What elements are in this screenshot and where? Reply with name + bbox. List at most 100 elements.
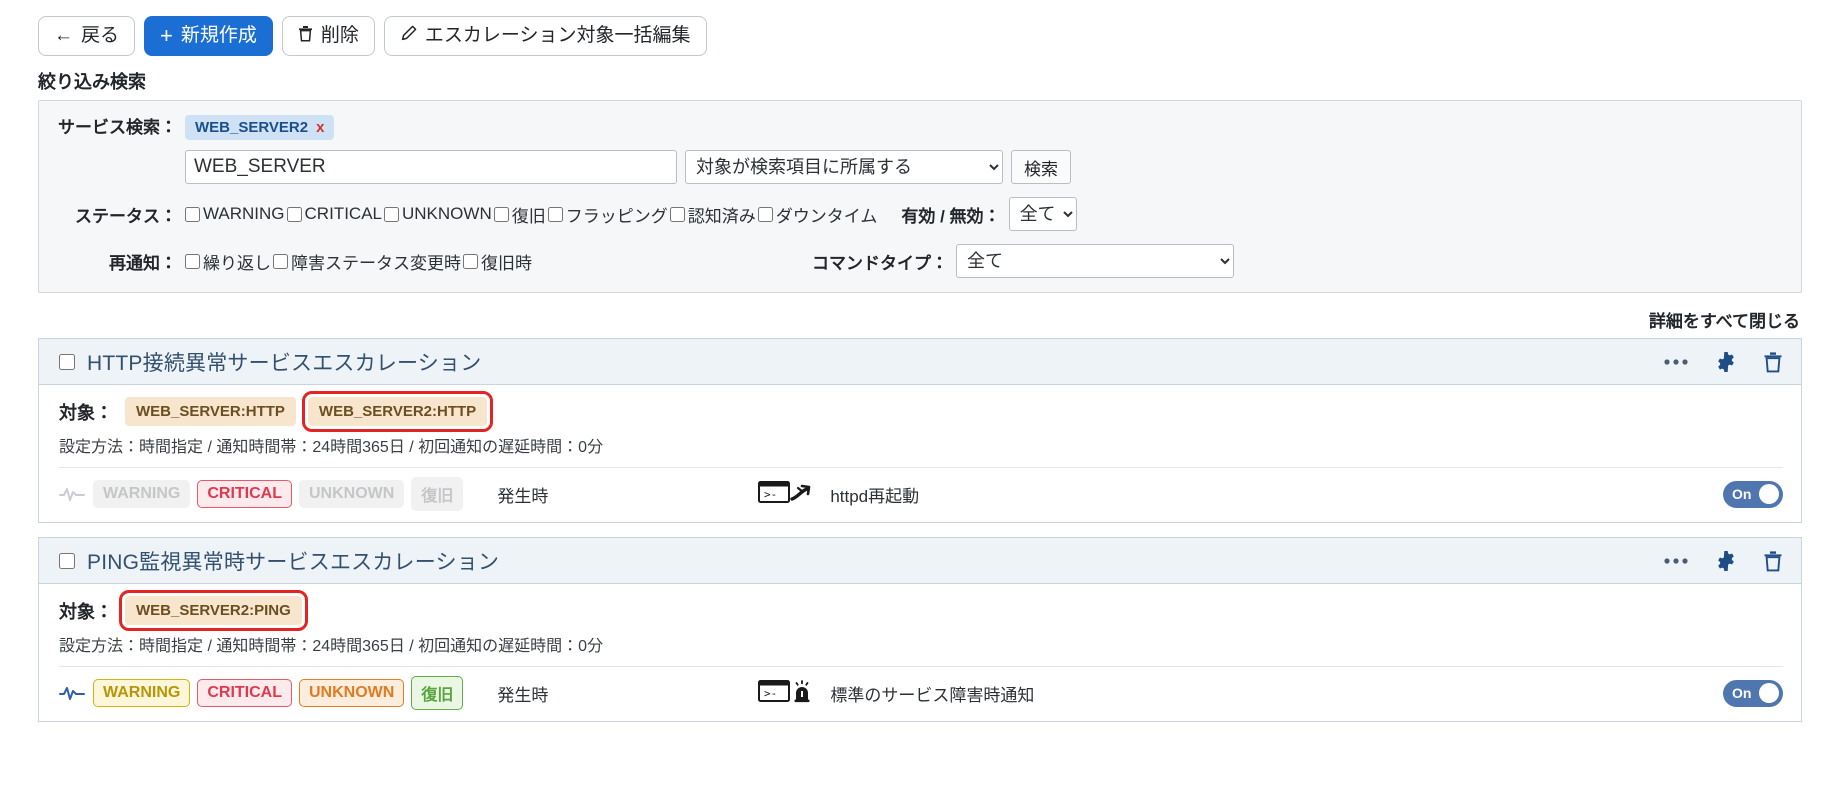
status-checkbox-critical-label: CRITICAL xyxy=(305,204,382,224)
status-checkbox-group: WARNING CRITICAL UNKNOWN 復旧 フラッピング xyxy=(185,202,879,227)
create-button-label: 新規作成 xyxy=(181,26,257,45)
search-button[interactable]: 検索 xyxy=(1011,150,1071,184)
escalation-meta: 設定方法：時間指定 / 通知時間帯：24時間365日 / 初回通知の遅延時間：0… xyxy=(59,433,1783,457)
target-tag-highlighted[interactable]: WEB_SERVER2:HTTP xyxy=(308,397,487,426)
collapse-all-link[interactable]: 詳細をすべて閉じる xyxy=(0,307,1800,332)
target-row: 対象： WEB_SERVER:HTTP WEB_SERVER2:HTTP xyxy=(59,397,1783,426)
status-checkbox-flapping-label: フラッピング xyxy=(566,202,668,227)
status-checkbox-recovery[interactable]: 復旧 xyxy=(494,202,546,227)
status-checkbox-downtime-label: ダウンタイム xyxy=(776,202,878,227)
ellipsis-icon[interactable] xyxy=(1663,557,1689,565)
gear-icon[interactable] xyxy=(1715,550,1737,572)
bulk-edit-button-label: エスカレーション対象一括編集 xyxy=(425,26,691,45)
escalation-signal-row: WARNING CRITICAL UNKNOWN 復旧 発生時 >- xyxy=(59,666,1783,721)
close-icon[interactable]: x xyxy=(316,119,324,136)
escalation-card-checkbox[interactable] xyxy=(59,354,75,370)
renotify-checkbox-status-change-input[interactable] xyxy=(273,254,288,269)
trash-icon[interactable] xyxy=(1763,550,1783,572)
escalation-card-title: HTTP接続異常サービスエスカレーション xyxy=(87,347,481,377)
status-checkbox-warning-label: WARNING xyxy=(203,204,285,224)
renotify-label: 再通知： xyxy=(55,249,185,274)
command-type-select[interactable]: 全て xyxy=(956,244,1234,278)
status-checkbox-acknowledged-input[interactable] xyxy=(670,207,685,222)
enable-toggle-label: On xyxy=(1732,685,1751,701)
status-checkbox-downtime-input[interactable] xyxy=(758,207,773,222)
search-input[interactable] xyxy=(185,150,677,184)
command-name: 標準のサービス障害時通知 xyxy=(830,681,1034,706)
delete-button[interactable]: 削除 xyxy=(282,16,375,56)
escalation-card-actions xyxy=(1663,351,1783,373)
escalation-card-body: 対象： WEB_SERVER2:PING 設定方法：時間指定 / 通知時間帯：2… xyxy=(39,584,1801,721)
renotify-checkbox-recovery[interactable]: 復旧時 xyxy=(463,249,532,274)
target-tag[interactable]: WEB_SERVER:HTTP xyxy=(125,397,296,426)
target-tag-highlighted[interactable]: WEB_SERVER2:PING xyxy=(125,596,302,625)
search-line: 対象が検索項目に所属する 検索 xyxy=(185,150,1785,184)
status-badge[interactable]: CRITICAL xyxy=(197,480,292,508)
plus-icon: + xyxy=(160,25,173,47)
status-checkbox-downtime[interactable]: ダウンタイム xyxy=(758,202,878,227)
escalation-card-actions xyxy=(1663,550,1783,572)
renotify-checkbox-recovery-label: 復旧時 xyxy=(481,249,532,274)
status-badge[interactable]: CRITICAL xyxy=(197,679,292,707)
status-checkbox-acknowledged[interactable]: 認知済み xyxy=(670,202,756,227)
status-checkbox-recovery-label: 復旧 xyxy=(512,202,546,227)
back-button[interactable]: ← 戻る xyxy=(38,16,135,56)
terminal-alarm-icon: >- xyxy=(758,678,820,709)
renotify-checkbox-status-change[interactable]: 障害ステータス変更時 xyxy=(273,249,461,274)
selected-chip-label: WEB_SERVER2 xyxy=(195,119,308,136)
status-checkbox-flapping-input[interactable] xyxy=(548,207,563,222)
trigger-timing-label: 発生時 xyxy=(497,681,548,706)
renotify-checkbox-recovery-input[interactable] xyxy=(463,254,478,269)
trigger-timing-label: 発生時 xyxy=(497,482,548,507)
ellipsis-icon[interactable] xyxy=(1663,358,1689,366)
status-badge[interactable]: UNKNOWN xyxy=(299,480,404,508)
status-badge[interactable]: WARNING xyxy=(93,480,190,508)
status-badge[interactable]: WARNING xyxy=(93,679,190,707)
filter-title: 絞り込み検索 xyxy=(38,68,1840,94)
selected-chip[interactable]: WEB_SERVER2 x xyxy=(185,115,334,140)
create-button[interactable]: + 新規作成 xyxy=(144,16,273,56)
status-checkbox-unknown-input[interactable] xyxy=(384,207,399,222)
status-checkbox-recovery-input[interactable] xyxy=(494,207,509,222)
trash-icon[interactable] xyxy=(1763,351,1783,373)
escalation-card-header: HTTP接続異常サービスエスカレーション xyxy=(39,339,1801,385)
bulk-edit-button[interactable]: エスカレーション対象一括編集 xyxy=(384,16,707,56)
pulse-icon xyxy=(59,486,89,502)
command-block: >- 標準のサービス障害時通知 xyxy=(758,678,1034,709)
search-scope-select[interactable]: 対象が検索項目に所属する xyxy=(685,150,1003,184)
selected-chip-list: WEB_SERVER2 x xyxy=(185,113,1785,141)
status-row: ステータス： WARNING CRITICAL UNKNOWN 復旧 xyxy=(55,197,1785,231)
delete-button-label: 削除 xyxy=(321,26,359,45)
renotify-checkbox-repeat[interactable]: 繰り返し xyxy=(185,249,271,274)
status-badge[interactable]: 復旧 xyxy=(411,676,463,710)
status-checkbox-unknown[interactable]: UNKNOWN xyxy=(384,204,492,224)
escalation-card: PING監視異常時サービスエスカレーション xyxy=(38,537,1802,722)
enable-toggle-knob xyxy=(1759,484,1779,504)
status-checkbox-critical-input[interactable] xyxy=(287,207,302,222)
terminal-script-icon: >- xyxy=(758,479,820,510)
target-label: 対象： xyxy=(59,399,113,425)
status-checkbox-warning-input[interactable] xyxy=(185,207,200,222)
enable-toggle[interactable]: On xyxy=(1723,680,1783,707)
status-badge-list: WARNING CRITICAL UNKNOWN 復旧 xyxy=(93,676,463,710)
status-checkbox-critical[interactable]: CRITICAL xyxy=(287,204,382,224)
trash-icon xyxy=(298,25,313,46)
renotify-checkbox-repeat-input[interactable] xyxy=(185,254,200,269)
status-checkbox-warning[interactable]: WARNING xyxy=(185,204,285,224)
command-block: >- httpd再起動 xyxy=(758,479,919,510)
escalation-card-checkbox[interactable] xyxy=(59,553,75,569)
renotify-checkbox-repeat-label: 繰り返し xyxy=(203,249,271,274)
status-checkbox-flapping[interactable]: フラッピング xyxy=(548,202,668,227)
pulse-icon xyxy=(59,685,89,701)
enable-toggle-label: On xyxy=(1732,486,1751,502)
escalation-card: HTTP接続異常サービスエスカレーション xyxy=(38,338,1802,523)
svg-text:>-: >- xyxy=(764,488,777,501)
enabled-disabled-select[interactable]: 全て xyxy=(1009,197,1077,231)
arrow-left-icon: ← xyxy=(54,26,73,45)
status-badge[interactable]: UNKNOWN xyxy=(299,679,404,707)
gear-icon[interactable] xyxy=(1715,351,1737,373)
status-badge[interactable]: 復旧 xyxy=(411,477,463,511)
status-checkbox-unknown-label: UNKNOWN xyxy=(402,204,492,224)
enable-toggle[interactable]: On xyxy=(1723,481,1783,508)
service-search-row: サービス検索： WEB_SERVER2 x 対象が検索項目に所属する 検索 xyxy=(55,113,1785,184)
